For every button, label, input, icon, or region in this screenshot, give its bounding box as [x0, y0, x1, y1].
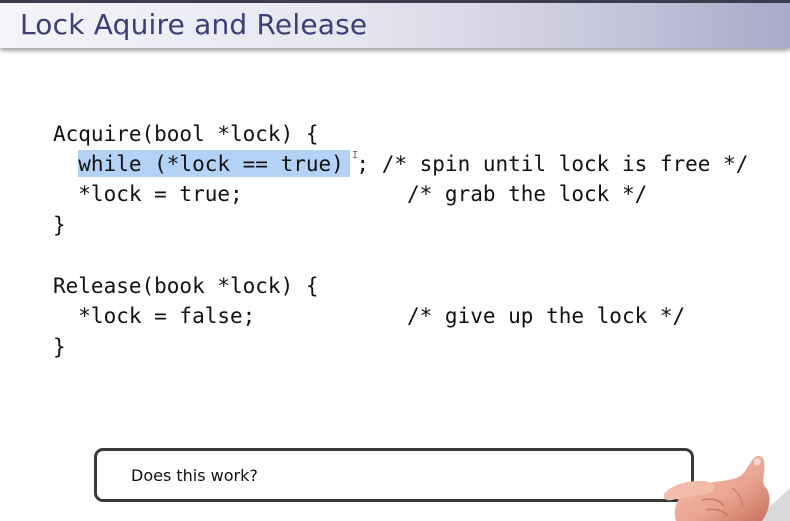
- code-line-8: }: [53, 335, 66, 359]
- code-line-3: *lock = true; /* grab the lock */: [53, 182, 648, 206]
- code-line-4: }: [53, 213, 66, 237]
- code-line-2[interactable]: while (*lock == true) ; /* spin until lo…: [53, 151, 748, 177]
- code-line-6: Release(book *lock) {: [53, 274, 319, 298]
- code-line-1: Acquire(bool *lock) {: [53, 122, 319, 146]
- code-line-7: *lock = false; /* give up the lock */: [53, 304, 686, 328]
- callout-text: Does this work?: [131, 466, 258, 485]
- slide-title: Lock Aquire and Release: [20, 8, 368, 41]
- question-callout: Does this work?: [94, 448, 694, 502]
- title-bar: Lock Aquire and Release: [0, 3, 790, 48]
- hand-pointer-icon: [663, 455, 790, 521]
